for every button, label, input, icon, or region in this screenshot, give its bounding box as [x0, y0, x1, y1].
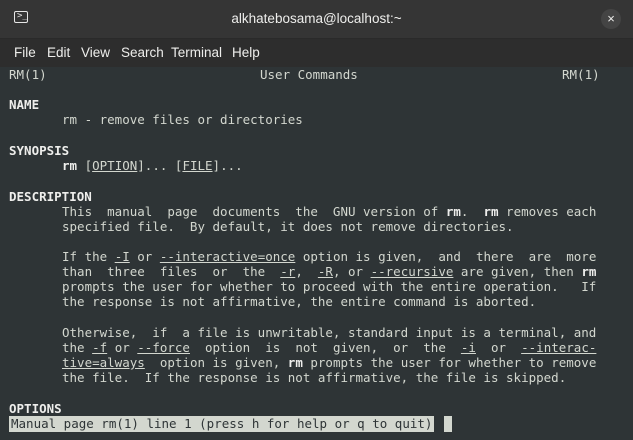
menu-view[interactable]: View [81, 39, 110, 67]
man-header-center: User Commands [260, 67, 358, 82]
desc-text: or [475, 340, 522, 355]
desc-para2-line3: prompts the user for whether to proceed … [62, 279, 597, 294]
desc-text: the [62, 340, 93, 355]
desc-text: . [460, 204, 484, 219]
desc-option: --interactive=once [159, 249, 296, 264]
text-cursor [444, 416, 452, 432]
desc-text: option is not given, or the [189, 340, 461, 355]
synopsis-text: [ [77, 158, 93, 173]
title-bar[interactable]: >_ alkhatebosama@localhost:~ × [0, 0, 633, 39]
desc-option: -I [114, 249, 130, 264]
terminal-content[interactable]: RM(1) User Commands RM(1) NAME rm - remo… [0, 67, 633, 440]
desc-option: -R [317, 264, 333, 279]
close-icon: × [607, 11, 615, 26]
synopsis-text: ]... [212, 158, 243, 173]
close-button[interactable]: × [601, 9, 621, 29]
desc-para3-line2: the -f or --force option is not given, o… [62, 340, 596, 355]
desc-option: --force [137, 340, 190, 355]
desc-bold: rm [445, 204, 461, 219]
desc-para1-line1: This manual page documents the GNU versi… [62, 204, 596, 219]
pager-status-line: Manual page rm(1) line 1 (press h for he… [9, 416, 435, 432]
man-header-right: RM(1) [562, 67, 600, 82]
menu-edit[interactable]: Edit [47, 39, 70, 67]
section-options-heading: OPTIONS [9, 401, 62, 416]
desc-bold: rm [581, 264, 597, 279]
desc-option: --interac- [521, 340, 597, 355]
desc-para3-line4: the file. If the response is not affirma… [62, 370, 567, 385]
desc-text: are given, then [453, 264, 582, 279]
synopsis-option: OPTION [92, 158, 138, 173]
desc-text: prompts the user for whether to remove [302, 355, 597, 370]
desc-text: option is given, [144, 355, 288, 370]
section-name-heading: NAME [9, 97, 40, 112]
section-synopsis-heading: SYNOPSIS [9, 143, 70, 158]
desc-para2-line1: If the -I or --interactive=once option i… [62, 249, 596, 264]
synopsis-text: ]... [ [137, 158, 183, 173]
menu-file[interactable]: File [14, 39, 36, 67]
desc-text: This manual page documents the GNU versi… [62, 204, 446, 219]
menu-bar: File Edit View Search Terminal Help [0, 39, 633, 67]
window-title: alkhatebosama@localhost:~ [231, 11, 402, 26]
desc-text: , [295, 264, 318, 279]
desc-text: or [129, 249, 160, 264]
desc-para1-line2: specified file. By default, it does not … [62, 219, 514, 234]
desc-option: --recursive [370, 264, 454, 279]
synopsis-cmd: rm [62, 158, 78, 173]
desc-text: option is given, and there are more [295, 249, 597, 264]
desc-text: or [107, 340, 138, 355]
synopsis-line: rm [OPTION]... [FILE]... [62, 158, 243, 173]
desc-option: -i [460, 340, 476, 355]
desc-bold: rm [287, 355, 303, 370]
desc-para2-line2: than three files or the -r, -R, or --rec… [62, 264, 596, 279]
desc-para3-line3: tive=always option is given, rm prompts … [62, 355, 596, 370]
name-line: rm - remove files or directories [62, 112, 303, 127]
synopsis-file: FILE [182, 158, 213, 173]
desc-text: , or [332, 264, 371, 279]
desc-option: -f [92, 340, 108, 355]
menu-search[interactable]: Search [121, 39, 164, 67]
desc-text: than three files or the [62, 264, 281, 279]
desc-text: removes each [498, 204, 597, 219]
terminal-window: >_ alkhatebosama@localhost:~ × File Edit… [0, 0, 633, 440]
desc-para3-line1: Otherwise, if a file is unwritable, stan… [62, 325, 597, 340]
section-description-heading: DESCRIPTION [9, 189, 92, 204]
desc-text: If the [62, 249, 115, 264]
desc-bold: rm [483, 204, 499, 219]
menu-help[interactable]: Help [232, 39, 260, 67]
desc-option: tive=always [62, 355, 145, 370]
desc-para2-line4: the response is not affirmative, the ent… [62, 294, 537, 309]
man-header-left: RM(1) [9, 67, 47, 82]
menu-terminal[interactable]: Terminal [171, 39, 222, 67]
desc-option: -r [280, 264, 296, 279]
